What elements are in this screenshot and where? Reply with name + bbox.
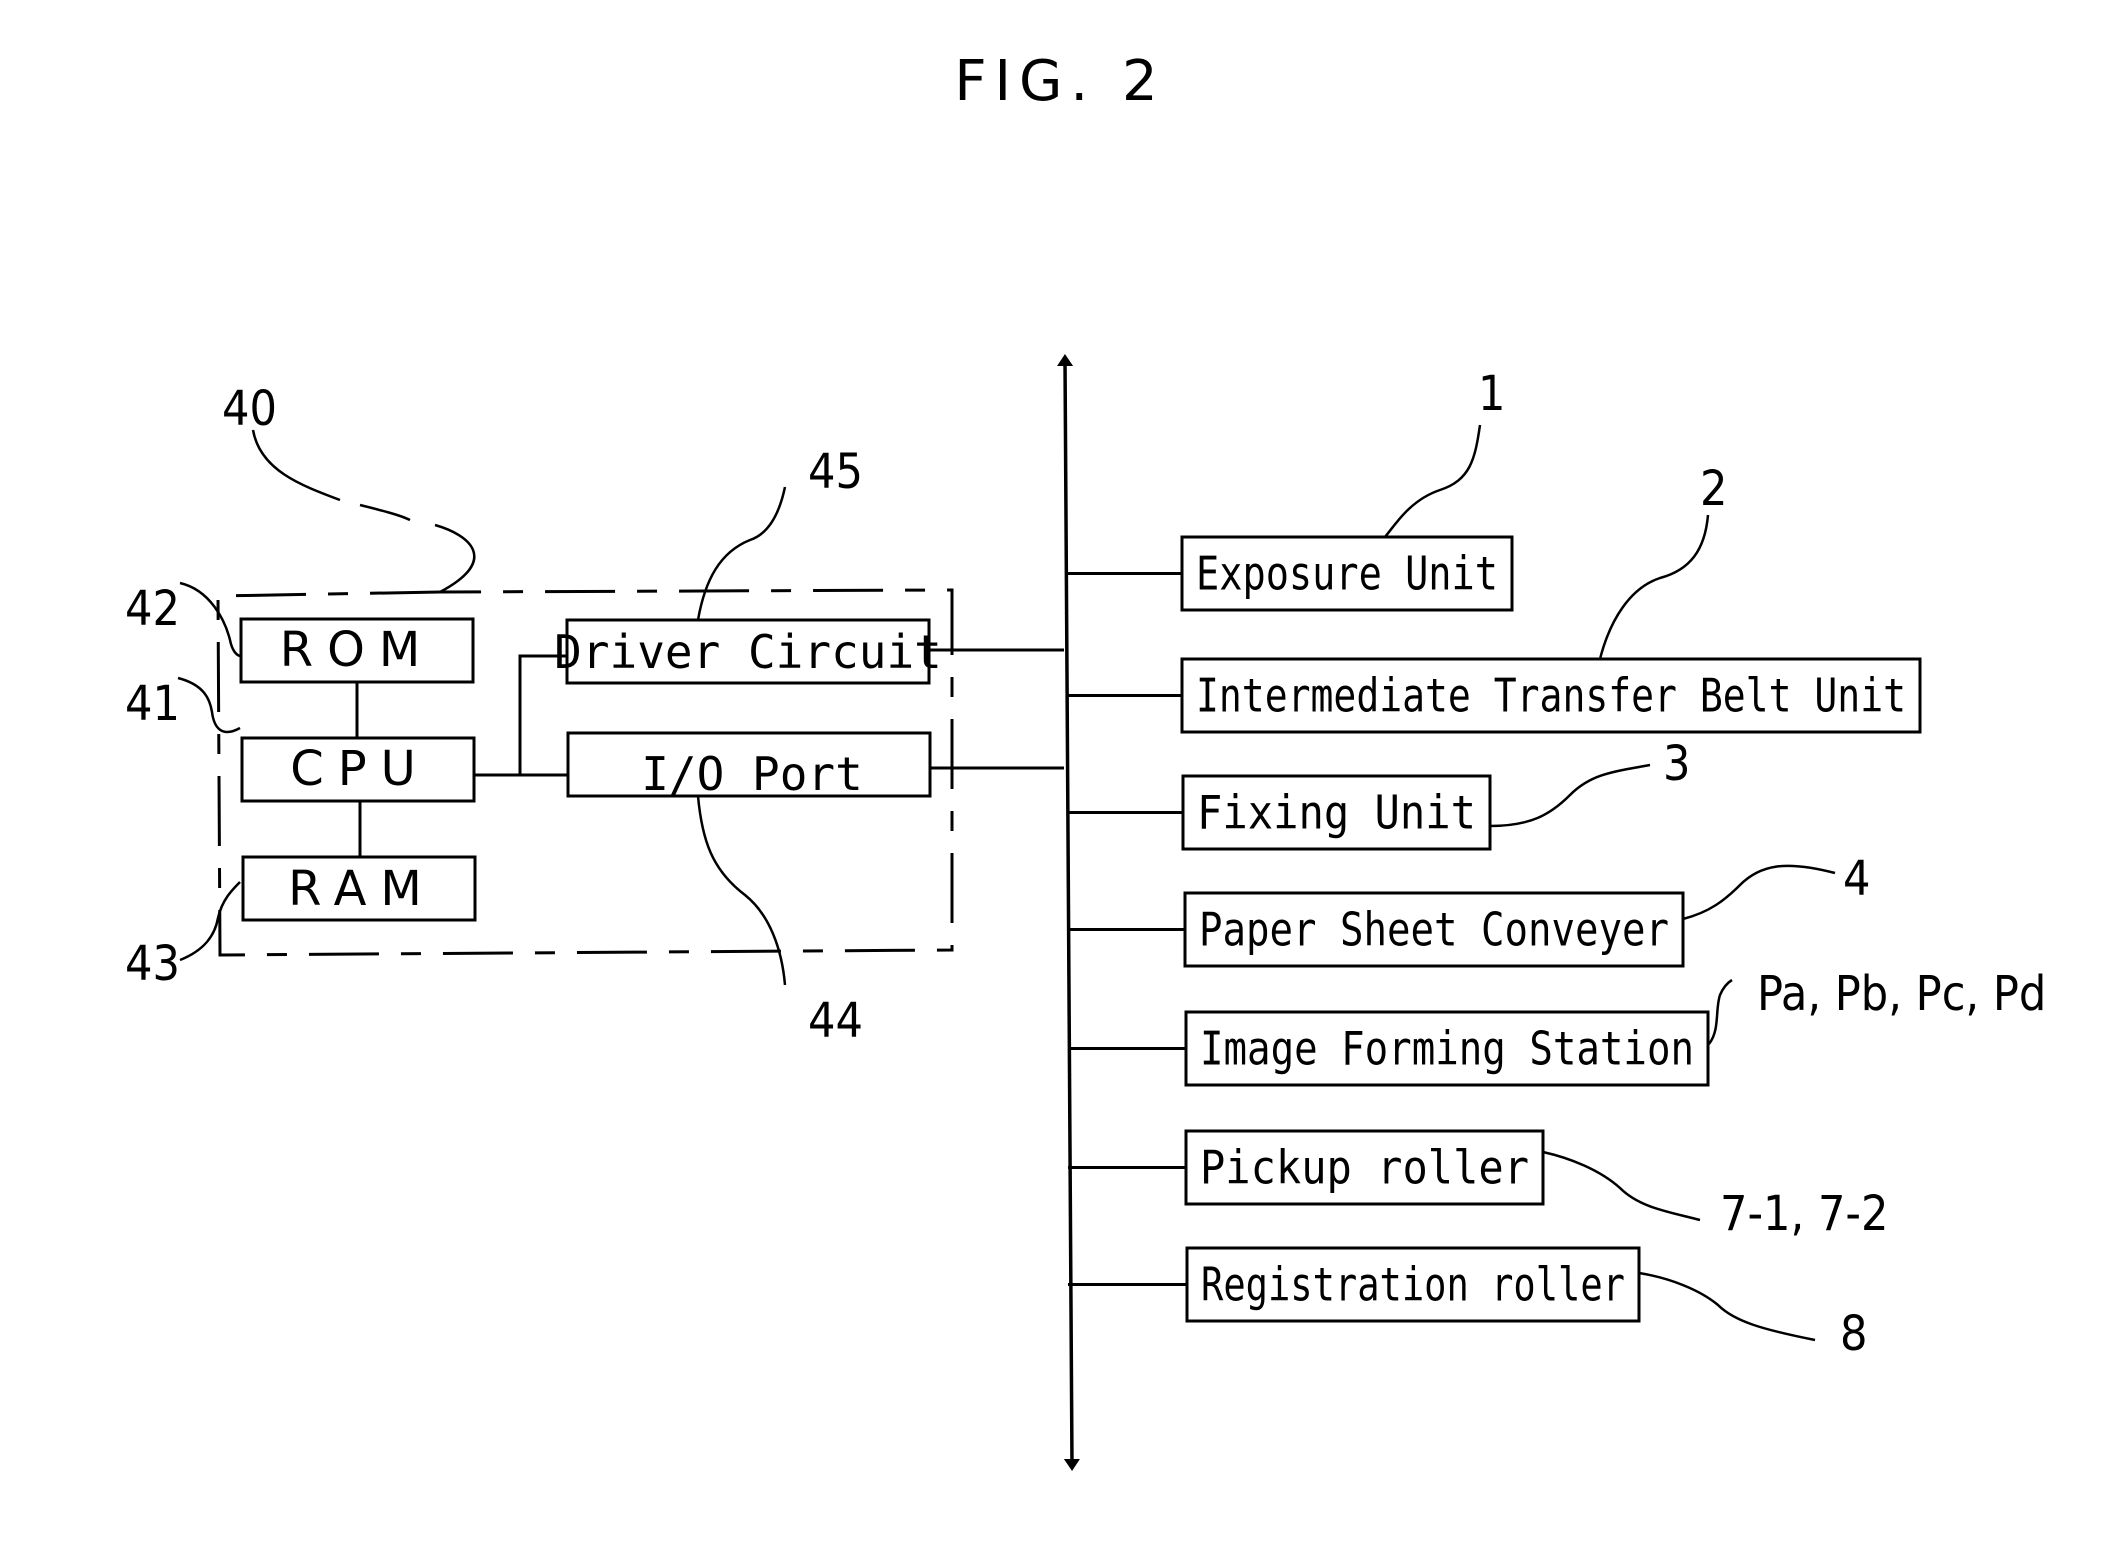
leader-41 [177, 676, 241, 734]
ref-leader [1598, 514, 1710, 660]
ref-leader [1638, 1271, 1816, 1342]
block-diagram: FIG. 2 40 ROM 42 CPU 41 RAM 43 Driver Ci… [125, 49, 2046, 1471]
ref-40: 40 [222, 381, 277, 437]
system-bus [1057, 354, 1080, 1471]
ram-label: RAM [288, 861, 436, 917]
unit-label: Registration roller [1201, 1258, 1625, 1312]
figure-title: FIG. 2 [954, 49, 1165, 114]
ref-leader [1384, 424, 1482, 538]
ref-41: 41 [125, 676, 180, 732]
ref-number: Pa, Pb, Pc, Pd [1757, 966, 2046, 1022]
ref-number: 8 [1840, 1306, 1867, 1362]
unit-fixing-unit: Fixing Unit 3 [1068, 736, 1690, 851]
leader-43 [179, 881, 241, 962]
ref-leader [1489, 763, 1651, 828]
ref-leader [1542, 1150, 1701, 1222]
rom-label: ROM [280, 622, 435, 678]
leader-44 [696, 795, 787, 986]
cpu-peripheral-link [474, 654, 567, 777]
ref-leader [1682, 864, 1836, 921]
unit-registration-roller: Registration roller 8 [1068, 1246, 1867, 1362]
unit-image-forming-station: Image Forming Station Pa, Pb, Pc, Pd [1068, 966, 2046, 1087]
ref-44: 44 [808, 993, 863, 1049]
unit-label: Exposure Unit [1196, 547, 1498, 601]
ref-number: 7-1, 7-2 [1720, 1186, 1888, 1242]
ref-number: 4 [1843, 851, 1870, 907]
ref-number: 3 [1663, 736, 1690, 792]
unit-label: Intermediate Transfer Belt Unit [1196, 669, 1906, 723]
leader-45 [696, 486, 787, 621]
unit-label: Image Forming Station [1200, 1022, 1694, 1076]
ref-45: 45 [808, 444, 863, 500]
cpu-label: CPU [290, 741, 430, 797]
ref-43: 43 [125, 936, 180, 992]
ref-42: 42 [125, 581, 180, 637]
unit-label: Paper Sheet Conveyer [1199, 903, 1669, 957]
ref-number: 2 [1700, 461, 1727, 517]
unit-pickup-roller: Pickup roller 7-1, 7-2 [1068, 1129, 1888, 1242]
ref-number: 1 [1478, 366, 1505, 422]
unit-label: Pickup roller [1200, 1141, 1529, 1195]
ref-leader [1707, 978, 1733, 1045]
unit-paper-sheet-conveyer: Paper Sheet Conveyer 4 [1068, 851, 1870, 968]
leader-42 [179, 581, 241, 658]
unit-exposure-unit: Exposure Unit 1 [1068, 366, 1514, 612]
leader-40 [251, 429, 476, 594]
driver-circuit-label: Driver Circuit [554, 625, 942, 679]
unit-list: Exposure Unit 1 Intermediate Transfer Belt… [1068, 366, 2046, 1362]
io-port-label: I/O Port [641, 747, 863, 801]
unit-label: Fixing Unit [1197, 786, 1476, 840]
